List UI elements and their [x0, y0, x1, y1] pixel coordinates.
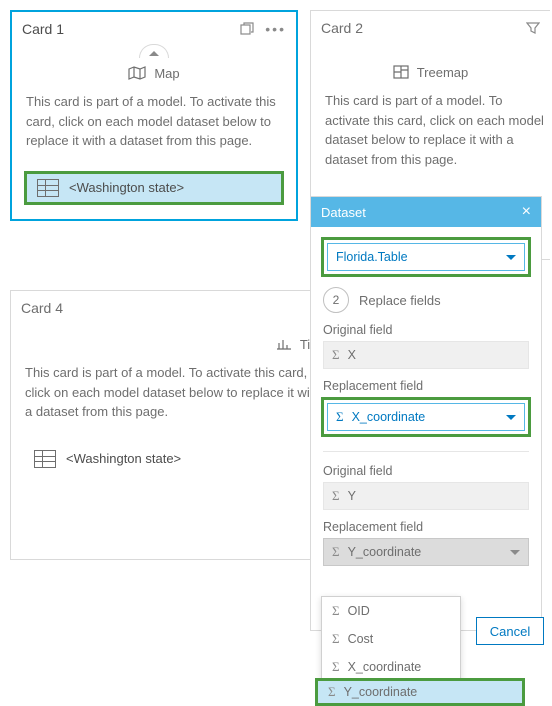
step-label: Replace fields: [359, 293, 441, 308]
card-2-title: Card 2: [321, 20, 363, 36]
card-1-dataset-label: <Washington state>: [69, 180, 184, 195]
chevron-down-icon: [510, 550, 520, 555]
original-field-2-label: Original field: [323, 464, 529, 478]
filter-icon[interactable]: [526, 21, 540, 35]
original-field-1-value: X: [348, 348, 356, 362]
replacement-field-2-value: Y_coordinate: [348, 545, 422, 559]
chevron-down-icon: [506, 415, 516, 420]
field-dropdown: Σ OID Σ Cost Σ X_coordinate: [321, 596, 461, 682]
divider: [323, 451, 529, 452]
time-icon: [276, 337, 292, 351]
sigma-icon: Σ: [332, 659, 340, 675]
replacement-field-2-select[interactable]: Σ Y_coordinate: [323, 538, 529, 566]
sigma-icon: Σ: [336, 409, 344, 425]
card-1-type-label: Map: [154, 66, 179, 81]
dataset-select-value: Florida.Table: [336, 250, 408, 264]
dropdown-option-oid[interactable]: Σ OID: [322, 597, 460, 625]
card-2-body: This card is part of a model. To activat…: [311, 85, 550, 183]
chevron-down-icon: [506, 255, 516, 260]
card-2-header: Card 2: [311, 11, 550, 45]
table-icon: [37, 179, 59, 197]
original-field-2: Σ Y: [323, 482, 529, 510]
replacement-field-1-value: X_coordinate: [352, 410, 426, 424]
step-number: 2: [323, 287, 349, 313]
treemap-icon: [393, 65, 409, 79]
replacement-field-1-select[interactable]: Σ X_coordinate: [327, 403, 525, 431]
dataset-select-wrap: Florida.Table: [321, 237, 531, 277]
chevron-up-icon: [149, 51, 159, 56]
sigma-icon: Σ: [332, 631, 340, 647]
card-1-title: Card 1: [22, 21, 64, 37]
collapse-toggle[interactable]: [139, 44, 169, 58]
replacement-field-2-label: Replacement field: [323, 520, 529, 534]
map-icon: [128, 66, 146, 80]
dropdown-option-cost[interactable]: Σ Cost: [322, 625, 460, 653]
more-icon[interactable]: •••: [265, 21, 286, 37]
card-2-type: Treemap: [311, 59, 550, 85]
cancel-button[interactable]: Cancel: [476, 617, 544, 645]
card-4: Card 4 Tim This card is part of a model.…: [10, 290, 330, 560]
card-1-body: This card is part of a model. To activat…: [12, 86, 296, 165]
sigma-icon: Σ: [332, 544, 340, 560]
card-4-body: This card is part of a model. To activat…: [11, 357, 329, 436]
dropdown-option-label: Cost: [348, 632, 374, 646]
card-1: Card 1 ••• Map This card is part of a mo…: [10, 10, 298, 221]
card-4-type: Tim: [11, 331, 329, 357]
share-icon[interactable]: [239, 21, 255, 37]
table-icon: [34, 450, 56, 468]
original-field-1: Σ X: [323, 341, 529, 369]
card-1-type: Map: [12, 60, 296, 86]
card-2-type-label: Treemap: [417, 65, 469, 80]
step-row: 2 Replace fields: [323, 287, 529, 313]
dropdown-option-label: X_coordinate: [348, 660, 422, 674]
sigma-icon: Σ: [332, 347, 340, 363]
dataset-panel-title: Dataset: [321, 205, 366, 220]
dataset-panel: Dataset × Florida.Table 2 Replace fields…: [310, 196, 542, 631]
card-1-header: Card 1 •••: [12, 12, 296, 46]
card-4-dataset-label: <Washington state>: [66, 451, 181, 466]
sigma-icon: Σ: [332, 488, 340, 504]
original-field-2-value: Y: [348, 489, 356, 503]
card-4-title: Card 4: [21, 300, 63, 316]
replacement-field-1-label: Replacement field: [323, 379, 529, 393]
card-4-dataset-row[interactable]: <Washington state>: [23, 442, 317, 476]
original-field-1-label: Original field: [323, 323, 529, 337]
dropdown-option-label: Y_coordinate: [344, 685, 418, 699]
dropdown-option-y-coordinate[interactable]: Σ Y_coordinate: [315, 678, 525, 706]
card-4-header: Card 4: [11, 291, 329, 325]
dropdown-option-x-coordinate[interactable]: Σ X_coordinate: [322, 653, 460, 681]
sigma-icon: Σ: [332, 603, 340, 619]
sigma-icon: Σ: [328, 684, 336, 700]
dataset-select[interactable]: Florida.Table: [327, 243, 525, 271]
dataset-panel-header: Dataset ×: [311, 197, 541, 227]
cancel-button-label: Cancel: [490, 624, 530, 639]
replacement-field-1-wrap: Σ X_coordinate: [321, 397, 531, 437]
dropdown-option-label: OID: [348, 604, 370, 618]
card-1-dataset-row[interactable]: <Washington state>: [24, 171, 284, 205]
close-icon[interactable]: ×: [522, 204, 531, 220]
